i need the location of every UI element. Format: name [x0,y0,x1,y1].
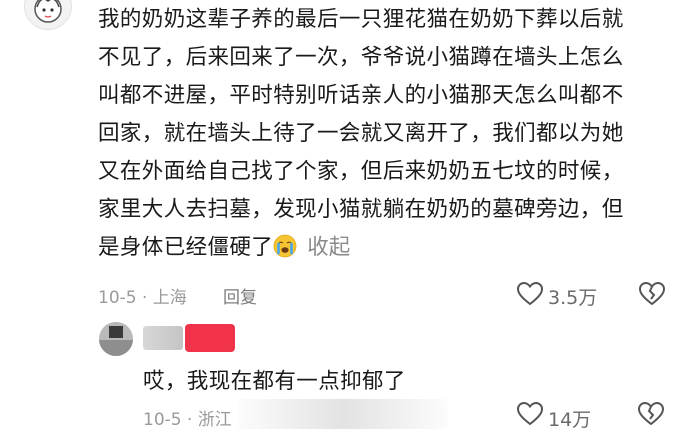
commenter-avatar[interactable] [24,0,72,30]
avatar-illustration-icon [34,0,62,23]
heart-outline-icon[interactable] [516,401,544,427]
comment-line: 又在外面给自己找了个家，但后来奶奶五七坟的时候， [98,159,624,184]
avatar-photo-icon [99,322,133,356]
heart-outline-icon [516,281,544,306]
reply-like-count: 14万 [548,409,592,431]
reply-time-location: 10-5 · 浙江 [143,410,232,430]
comment-meta-row: 10-5 · 上海 回复 3.5万 [98,279,668,309]
reply-avatar[interactable] [99,322,133,356]
comment-line: 我的奶奶这辈子养的最后一只狸花猫在奶奶下葬以后就 [98,7,624,32]
broken-heart-icon[interactable] [637,401,665,427]
reply-text: 哎，我现在都有一点抑郁了 [143,369,406,394]
watermark-blur [238,399,448,429]
author-badge [185,324,235,352]
broken-heart-icon[interactable] [638,281,666,307]
reply-button[interactable]: 回复 [223,283,257,308]
comment-line: 家里大人去扫墓，发现小猫就躺在奶奶的墓碑旁边，但 [98,197,624,222]
comment-line: 是身体已经僵硬了 [98,235,274,260]
comment-time-location: 10-5 · 上海 [98,288,187,308]
comment-line: 不见了，后来回来了一次，爷爷说小猫蹲在墙头上怎么 [98,45,624,70]
comment-line: 叫都不进屋，平时特别听话亲人的小猫那天怎么叫都不 [98,83,624,108]
crying-face-icon [273,234,297,258]
reply-username-redacted[interactable] [143,326,183,350]
like-count: 3.5万 [548,287,598,309]
comment-text: 我的奶奶这辈子养的最后一只狸花猫在奶奶下葬以后就 不见了，后来回来了一次，爷爷说… [98,1,668,267]
reply-meta-row: 10-5 · 浙江 14万 [143,399,673,431]
collapse-button[interactable]: 收起 [307,235,350,260]
comment-line: 回家，就在墙头上待了一会就又离开了，我们都以为她 [98,121,624,146]
